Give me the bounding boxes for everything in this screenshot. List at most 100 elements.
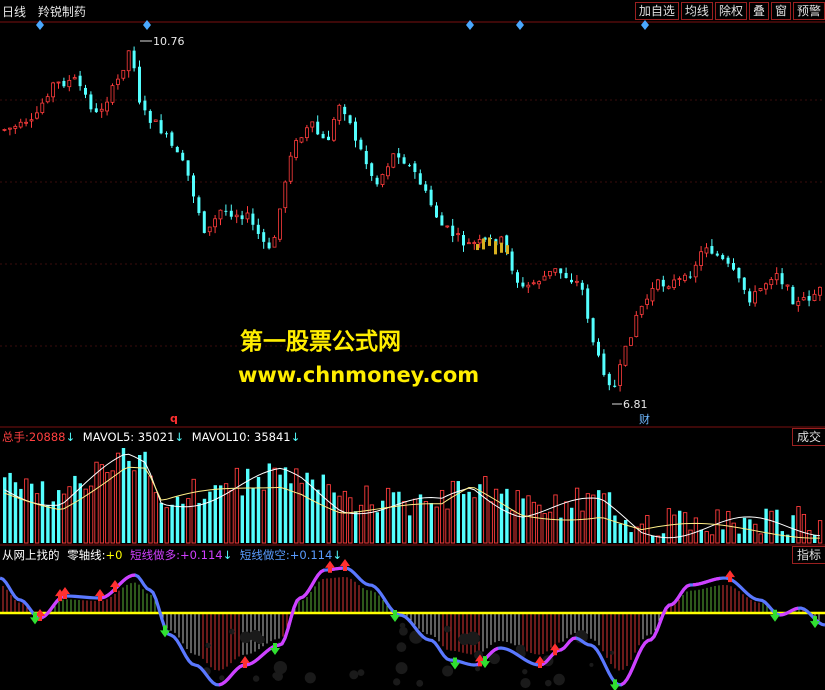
candle-body	[2, 129, 7, 131]
noise-dot	[553, 673, 565, 686]
candle-body	[370, 163, 374, 176]
noise-dot	[252, 675, 260, 682]
volume-bar	[434, 506, 439, 544]
volume-bar	[715, 509, 720, 544]
volume-bar	[148, 475, 153, 544]
candle-body	[456, 233, 461, 236]
noise-dot	[443, 625, 451, 633]
volume-bar	[115, 452, 121, 544]
volume-tab[interactable]: 成交	[791, 428, 825, 446]
volume-bar	[321, 474, 325, 543]
candle-body	[553, 268, 558, 273]
volume-bar	[132, 470, 137, 544]
candle-body	[316, 121, 320, 135]
volume-bar	[467, 491, 471, 543]
volume-bar	[73, 475, 77, 543]
volume-bar	[748, 519, 752, 543]
candle-body	[29, 119, 34, 122]
volume-bar	[737, 533, 741, 543]
candle-body	[570, 279, 573, 283]
candle-body	[170, 132, 174, 146]
volume-bar	[3, 477, 7, 543]
volume-bar	[693, 517, 699, 544]
sell-arrow	[610, 679, 620, 690]
volume-bar	[105, 472, 110, 544]
candle-body	[143, 100, 147, 111]
volume-bar	[682, 512, 688, 544]
candle-body	[466, 242, 471, 245]
volume-bar	[559, 517, 563, 543]
candle-body	[721, 255, 725, 260]
low-annotation: 6.81	[612, 398, 648, 411]
watermark-url: www.chnmoney.com	[238, 363, 480, 387]
candle-body	[229, 210, 233, 217]
volume-bars	[3, 448, 823, 544]
volume-bar	[369, 504, 375, 544]
candle-body	[186, 160, 190, 176]
candle-body	[159, 120, 163, 134]
volume-bar	[354, 511, 358, 543]
candlestick-series	[2, 46, 822, 392]
candle-body	[607, 373, 611, 386]
candle-body	[812, 293, 817, 301]
candle-body	[796, 301, 801, 306]
noise-dot	[466, 631, 480, 646]
indicator-tab[interactable]: 指标	[791, 546, 825, 564]
volume-bar	[299, 482, 304, 544]
zero-line-value: +0	[105, 548, 123, 562]
candle-body	[586, 288, 590, 319]
noise-dot	[442, 665, 454, 677]
volume-bar	[651, 536, 655, 543]
candle-body	[531, 282, 536, 285]
candle-body	[197, 197, 201, 213]
candle-body	[613, 385, 617, 387]
volume-bar	[570, 507, 574, 543]
chart-canvas[interactable]: 10.76 6.81 q 财	[0, 0, 825, 690]
mavol10-label: MAVOL10:	[191, 430, 251, 444]
volume-bar	[775, 509, 779, 543]
volume-bar	[283, 467, 288, 543]
candle-body	[224, 210, 228, 212]
candle-body	[818, 286, 822, 296]
volume-bar	[531, 501, 537, 544]
candle-body	[310, 121, 315, 128]
volume-bar	[510, 510, 515, 544]
q-marker: q	[170, 412, 178, 425]
volume-bar	[127, 460, 131, 543]
candle-body	[408, 165, 411, 167]
noise-dot	[273, 660, 288, 675]
candle-body	[24, 121, 29, 124]
volume-bar	[261, 489, 267, 544]
volume-bar	[240, 495, 244, 543]
noise-dot	[219, 675, 225, 681]
candle-body	[364, 151, 368, 165]
volume-bar	[688, 529, 693, 544]
volume-bar	[289, 483, 293, 543]
volume-bar	[402, 501, 407, 544]
long-label: 短线做多:	[130, 548, 181, 562]
volume-bar	[181, 503, 185, 543]
highlight-candle	[506, 245, 509, 254]
long-value: +0.114	[180, 548, 223, 562]
candle-body	[591, 318, 595, 343]
indicator-legend: 从网上找的 零轴线:+0 短线做多:+0.114↓ 短线做空:+0.114↓	[2, 547, 346, 563]
candle-body	[807, 296, 811, 301]
volume-bar	[24, 478, 29, 544]
candle-body	[672, 279, 676, 288]
candle-body	[359, 139, 363, 150]
candle-body	[213, 218, 218, 228]
volume-arrow: ↓	[65, 430, 76, 444]
candle-body	[78, 75, 82, 87]
candle-body	[645, 298, 649, 305]
short-arrow: ↓	[332, 548, 342, 562]
volume-bar	[678, 510, 682, 543]
candle-body	[207, 226, 212, 233]
volume-bar	[624, 520, 628, 543]
volume-bar	[408, 515, 412, 543]
volume-bar	[704, 531, 709, 544]
volume-bar	[159, 502, 163, 543]
finance-marker[interactable]: 财	[639, 412, 650, 426]
mavol5-arrow: ↓	[174, 430, 185, 444]
noise-dot	[545, 679, 552, 687]
volume-bar	[229, 490, 234, 544]
